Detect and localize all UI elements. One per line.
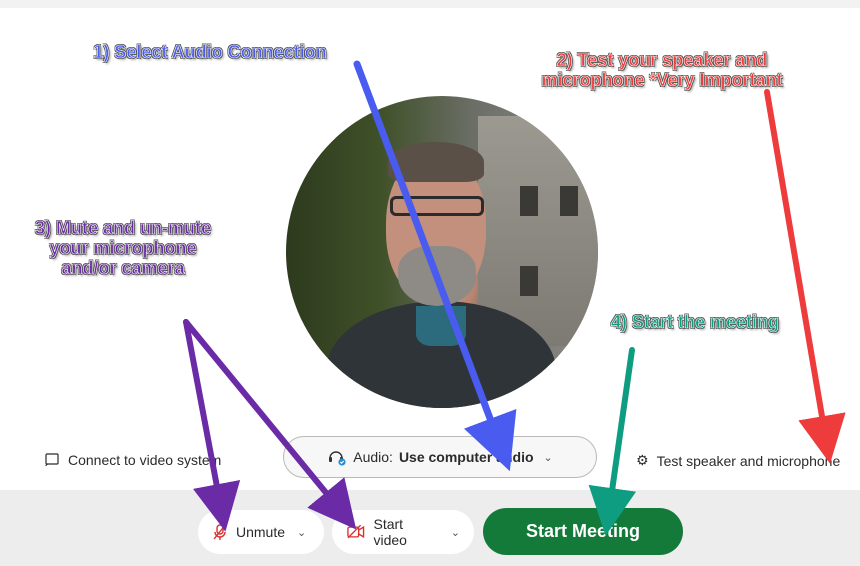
chevron-down-icon: ⌄ [543, 451, 553, 464]
arrow-start-meeting [588, 347, 637, 536]
connect-video-system-button[interactable]: Connect to video system [44, 452, 221, 468]
avatar-background-window [520, 266, 538, 296]
arrow-test-speaker [764, 89, 846, 464]
avatar-background-window [520, 186, 538, 216]
start-video-label: Start video [373, 516, 407, 548]
start-video-button[interactable]: Start video ⌄ [332, 510, 474, 554]
gear-icon: ⚙ [636, 452, 649, 468]
top-band [0, 0, 860, 8]
mic-off-icon [213, 523, 227, 540]
avatar-beard [398, 246, 476, 306]
audio-value: Use computer audio [398, 449, 534, 465]
avatar-collar [416, 306, 466, 346]
avatar-background-window [560, 186, 578, 216]
unmute-label: Unmute [236, 524, 286, 540]
meeting-preview: Connect to video system Audio: Use compu… [0, 0, 860, 566]
video-off-icon [347, 524, 365, 539]
test-speaker-label: Test speaker and microphone [656, 452, 841, 469]
arrow-camera [183, 319, 357, 530]
annotation-select-audio: 1) Select Audio Connection [93, 42, 327, 63]
unmute-button[interactable]: Unmute ⌄ [198, 510, 324, 554]
start-meeting-button[interactable]: Start Meeting [483, 508, 683, 555]
chevron-down-icon[interactable]: ⌄ [451, 526, 460, 539]
avatar [286, 96, 598, 408]
audio-label: Audio: [353, 449, 393, 465]
annotation-start-meeting: 4) Start the meeting [610, 312, 780, 333]
cast-icon [45, 453, 59, 467]
annotation-test-speaker: 2) Test your speaker and microphone *Ver… [541, 50, 783, 91]
annotation-mute-unmute: 3) Mute and un-mute your microphone and/… [35, 218, 212, 279]
audio-connection-dropdown[interactable]: Audio: Use computer audio ⌄ [283, 436, 597, 478]
chevron-down-icon[interactable]: ⌄ [297, 526, 306, 539]
avatar-hair [388, 142, 484, 182]
headset-icon [329, 451, 346, 466]
test-speaker-microphone-button[interactable]: ⚙ Test speaker and microphone [636, 452, 840, 469]
arrow-mute [183, 319, 241, 532]
connect-video-system-label: Connect to video system [68, 452, 222, 468]
avatar-glasses [390, 196, 484, 216]
